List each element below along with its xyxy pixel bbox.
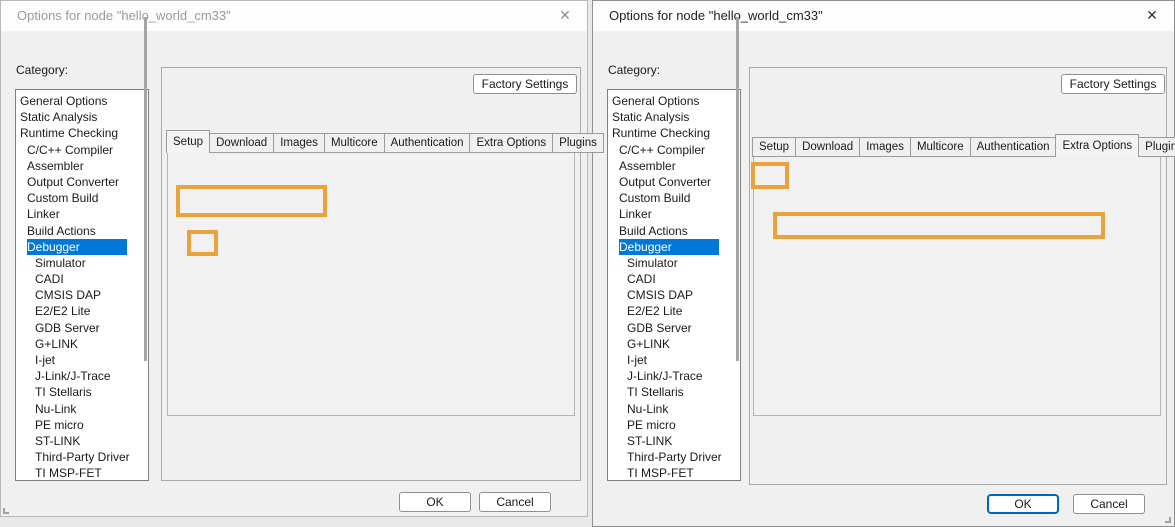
category-item[interactable]: I-jet [627, 352, 659, 368]
close-icon[interactable]: ✕ [1138, 1, 1166, 31]
category-item[interactable]: Custom Build [619, 190, 702, 206]
category-item[interactable]: Debugger [619, 239, 719, 255]
options-dialog-extra-options: Options for node "hello_world_cm33" ✕ Ca… [592, 0, 1175, 527]
tab[interactable]: Multicore [910, 137, 971, 157]
tab[interactable]: Authentication [384, 133, 471, 153]
category-item[interactable]: TI Stellaris [35, 384, 104, 400]
tab[interactable]: Download [795, 137, 860, 157]
category-item[interactable]: TI Stellaris [627, 384, 696, 400]
options-dialog-setup: Options for node "hello_world_cm33" ✕ Ca… [0, 0, 588, 517]
category-item[interactable]: Runtime Checking [20, 125, 130, 141]
close-icon[interactable]: ✕ [551, 1, 579, 31]
category-item[interactable]: GDB Server [35, 320, 112, 336]
factory-settings-button[interactable]: Factory Settings [1061, 74, 1165, 94]
cancel-button[interactable]: Cancel [1073, 494, 1145, 514]
category-item[interactable]: PE micro [35, 417, 96, 433]
category-item[interactable]: J-Link/J-Trace [35, 368, 123, 384]
category-item[interactable]: Linker [619, 206, 664, 222]
category-list: General OptionsStatic AnalysisRuntime Ch… [15, 89, 149, 481]
category-item[interactable]: GDB Server [627, 320, 704, 336]
category-item[interactable]: Output Converter [27, 174, 131, 190]
category-label: Category: [608, 63, 660, 77]
category-item[interactable]: Third-Party Driver [627, 449, 734, 465]
category-item[interactable]: E2/E2 Lite [627, 303, 694, 319]
category-item[interactable]: Runtime Checking [612, 125, 722, 141]
tab[interactable]: Setup [166, 130, 210, 153]
category-item[interactable]: Custom Build [27, 190, 110, 206]
category-scrollbar[interactable] [144, 17, 147, 361]
category-label: Category: [16, 63, 68, 77]
tab[interactable]: Extra Options [469, 133, 553, 153]
tab[interactable]: Authentication [970, 137, 1057, 157]
titlebar[interactable]: Options for node "hello_world_cm33" ✕ [1, 1, 587, 31]
category-item[interactable]: CADI [627, 271, 668, 287]
category-item[interactable]: G+LINK [627, 336, 682, 352]
resize-grip[interactable] [3, 508, 9, 514]
tab[interactable]: Plugins [552, 133, 604, 153]
category-item[interactable]: C/C++ Compiler [27, 142, 125, 158]
category-item[interactable]: CMSIS DAP [35, 287, 113, 303]
category-item[interactable]: Third-Party Driver [35, 449, 142, 465]
resize-grip[interactable] [1165, 517, 1171, 523]
window-title: Options for node "hello_world_cm33" [609, 1, 823, 31]
window-title: Options for node "hello_world_cm33" [17, 1, 231, 31]
category-item[interactable]: CMSIS DAP [627, 287, 705, 303]
category-item[interactable]: Simulator [35, 255, 98, 271]
category-item[interactable]: Linker [27, 206, 72, 222]
category-item[interactable]: Output Converter [619, 174, 723, 190]
category-item[interactable]: E2/E2 Lite [35, 303, 102, 319]
tab[interactable]: Setup [752, 137, 796, 157]
tab-bar: SetupDownloadImagesMulticoreAuthenticati… [753, 134, 1175, 157]
tab[interactable]: Images [859, 137, 911, 157]
category-item[interactable]: J-Link/J-Trace [627, 368, 715, 384]
factory-settings-button[interactable]: Factory Settings [473, 74, 577, 94]
category-scrollbar[interactable] [736, 17, 739, 361]
tab[interactable]: Multicore [324, 133, 385, 153]
ok-button[interactable]: OK [987, 494, 1059, 514]
category-item[interactable]: Static Analysis [20, 109, 109, 125]
category-item[interactable]: ST-LINK [627, 433, 684, 449]
category-item[interactable]: TI MSP-FET [627, 465, 706, 481]
category-item[interactable]: Assembler [619, 158, 688, 174]
category-item[interactable]: Build Actions [27, 223, 108, 239]
category-item[interactable]: ST-LINK [35, 433, 92, 449]
category-item[interactable]: Static Analysis [612, 109, 701, 125]
tab[interactable]: Plugins [1138, 137, 1175, 157]
category-item[interactable]: Debugger [27, 239, 127, 255]
category-item[interactable]: Nu-Link [35, 401, 88, 417]
category-item[interactable]: C/C++ Compiler [619, 142, 717, 158]
tab[interactable]: Images [273, 133, 325, 153]
category-item[interactable]: Build Actions [619, 223, 700, 239]
category-item[interactable]: I-jet [35, 352, 67, 368]
category-item[interactable]: General Options [20, 93, 119, 109]
extra-options-tab-page [753, 156, 1161, 416]
ok-button[interactable]: OK [399, 492, 471, 512]
category-item[interactable]: CADI [35, 271, 76, 287]
category-item[interactable]: General Options [612, 93, 711, 109]
category-item[interactable]: Nu-Link [627, 401, 680, 417]
tab[interactable]: Download [209, 133, 274, 153]
tab[interactable]: Extra Options [1055, 134, 1139, 157]
category-item[interactable]: G+LINK [35, 336, 90, 352]
category-item[interactable]: Simulator [627, 255, 690, 271]
category-item[interactable]: PE micro [627, 417, 688, 433]
titlebar[interactable]: Options for node "hello_world_cm33" ✕ [593, 1, 1174, 31]
cancel-button[interactable]: Cancel [479, 492, 551, 512]
tab-bar: SetupDownloadImagesMulticoreAuthenticati… [167, 130, 604, 153]
category-item[interactable]: TI MSP-FET [35, 465, 114, 481]
category-item[interactable]: Assembler [27, 158, 96, 174]
category-list: General OptionsStatic AnalysisRuntime Ch… [607, 89, 741, 481]
setup-tab-page [167, 152, 575, 416]
